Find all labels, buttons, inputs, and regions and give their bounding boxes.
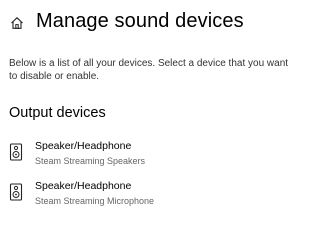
section-title-output-devices: Output devices (9, 105, 106, 121)
speaker-icon (9, 143, 23, 161)
device-name: Speaker/Headphone (35, 180, 132, 192)
home-icon[interactable] (10, 16, 24, 30)
speaker-icon (9, 183, 23, 201)
page-description: Below is a list of all your devices. Sel… (9, 58, 289, 82)
device-text: Speaker/Headphone Steam Streaming Microp… (35, 180, 154, 208)
device-text: Speaker/Headphone Steam Streaming Speake… (35, 140, 145, 168)
device-subtitle: Steam Streaming Microphone (35, 196, 155, 206)
device-item-steam-streaming-microphone[interactable]: Speaker/Headphone Steam Streaming Microp… (9, 180, 289, 212)
page-header (10, 9, 24, 37)
page-title: Manage sound devices (36, 10, 244, 32)
device-name: Speaker/Headphone (35, 140, 132, 152)
device-subtitle: Steam Streaming Speakers (35, 156, 146, 166)
device-item-steam-streaming-speakers[interactable]: Speaker/Headphone Steam Streaming Speake… (9, 140, 289, 172)
